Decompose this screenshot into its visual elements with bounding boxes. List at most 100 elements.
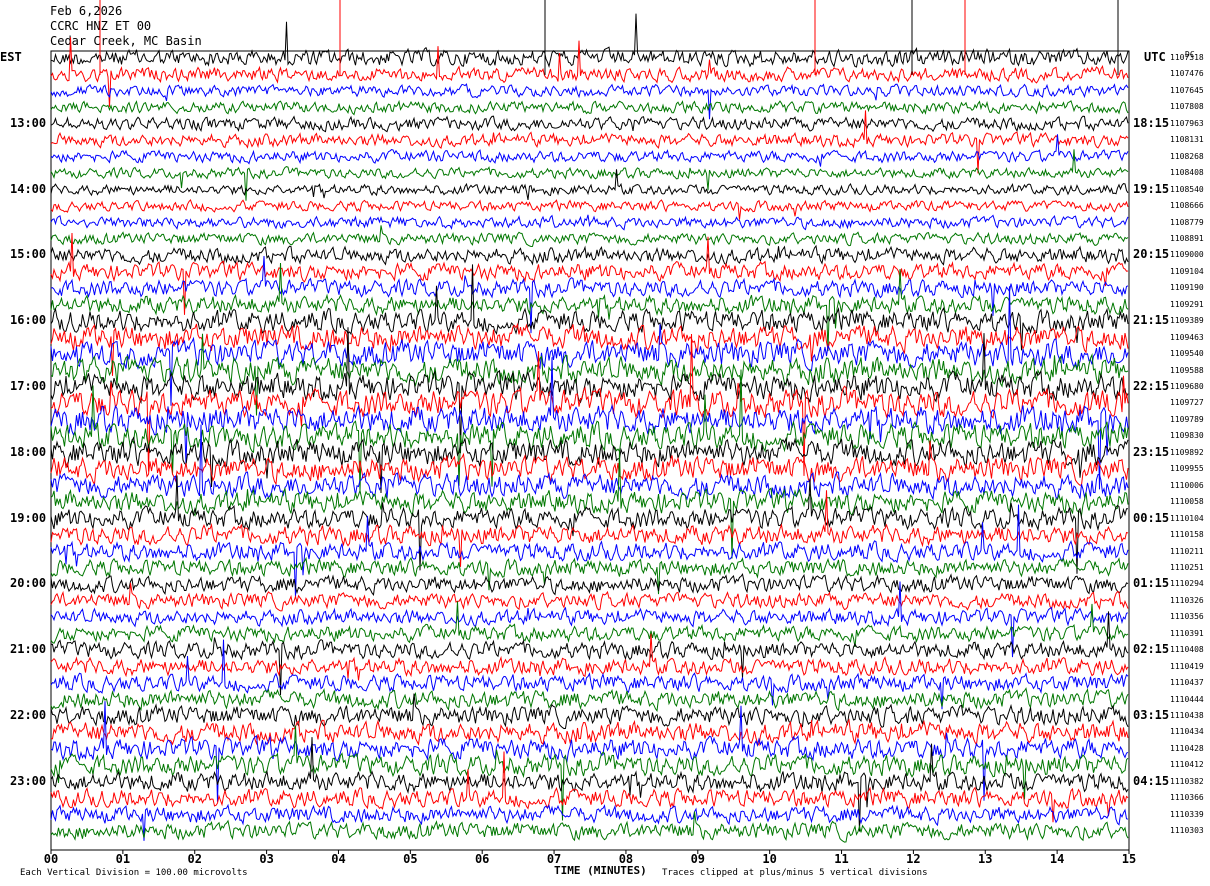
utc-tick-00:15: 00:15 <box>1133 510 1170 525</box>
trace-row-0 <box>50 13 1129 68</box>
dc-value-11: 1108891 <box>1170 233 1204 243</box>
trace-row-2 <box>50 83 1129 120</box>
trace-row-1 <box>50 37 1129 107</box>
trace-row-13 <box>50 232 1129 315</box>
utc-tick-18:15: 18:15 <box>1133 115 1170 130</box>
dc-value-31: 1110251 <box>1170 562 1204 572</box>
est-tick-19:00: 19:00 <box>10 510 47 525</box>
trace-row-3 <box>50 99 1129 116</box>
x-tick-label-11: 11 <box>834 852 849 866</box>
x-tick-label-13: 13 <box>978 852 993 866</box>
x-tick-label-15: 15 <box>1121 852 1137 866</box>
utc-tick-04:15: 04:15 <box>1133 773 1170 788</box>
dc-value-4: 1107963 <box>1170 118 1204 128</box>
utc-tick-02:15: 02:15 <box>1133 642 1170 657</box>
clip-note: Traces clipped at plus/minus 5 vertical … <box>662 868 928 878</box>
utc-tick-23:15: 23:15 <box>1133 444 1170 459</box>
dc-value-46: 1110339 <box>1170 809 1204 819</box>
scale-note: Each Vertical Division = 100.00 microvol… <box>20 868 248 878</box>
dc-value-27: 1110058 <box>1170 497 1204 507</box>
dc-value-36: 1110408 <box>1170 645 1204 655</box>
dc-value-12: 1109000 <box>1170 250 1204 260</box>
x-tick-label-12: 12 <box>906 852 921 866</box>
dc-value-14: 1109190 <box>1170 283 1204 293</box>
x-tick-label-05: 05 <box>403 852 418 866</box>
trace-row-43 <box>50 725 1129 821</box>
dc-value-28: 1110104 <box>1170 513 1204 523</box>
dc-value-29: 1110158 <box>1170 530 1204 540</box>
dc-value-7: 1108408 <box>1170 168 1204 178</box>
x-tick-label-01: 01 <box>115 852 131 866</box>
dc-value-40: 1110438 <box>1170 711 1204 720</box>
utc-tick-22:15: 22:15 <box>1133 379 1170 393</box>
dc-value-33: 1110326 <box>1170 595 1204 605</box>
trace-row-10 <box>50 214 1129 231</box>
trace-row-9 <box>50 198 1129 220</box>
dc-value-23: 1109830 <box>1170 431 1204 441</box>
dc-value-0: 1107318 <box>1170 53 1204 62</box>
dc-value-21: 1109727 <box>1170 398 1204 408</box>
dc-value-30: 1110211 <box>1170 546 1204 556</box>
dc-value-41: 1110434 <box>1170 727 1204 737</box>
utc-tick-20:15: 20:15 <box>1133 247 1170 262</box>
x-tick-label-03: 03 <box>259 852 274 866</box>
dc-value-8: 1108540 <box>1170 184 1204 194</box>
dc-value-15: 1109291 <box>1170 299 1204 309</box>
utc-tick-21:15: 21:15 <box>1133 313 1170 328</box>
seismogram-plot <box>50 0 1130 854</box>
utc-tick-19:15: 19:15 <box>1133 181 1170 196</box>
dc-value-2: 1107645 <box>1170 85 1204 95</box>
x-tick-label-14: 14 <box>1049 852 1065 866</box>
est-tick-18:00: 18:00 <box>10 444 47 459</box>
trace-row-4 <box>50 115 1129 133</box>
est-tick-17:00: 17:00 <box>10 379 47 393</box>
dc-value-34: 1110356 <box>1170 612 1204 622</box>
x-tick-label-00: 00 <box>43 852 59 866</box>
trace-row-8 <box>50 169 1129 200</box>
est-tick-23:00: 23:00 <box>10 773 47 788</box>
dc-value-24: 1109892 <box>1170 447 1204 457</box>
trace-row-47 <box>50 811 1129 843</box>
dc-value-19: 1109588 <box>1170 365 1204 375</box>
trace-row-29 <box>50 490 1129 567</box>
dc-value-16: 1109389 <box>1170 316 1204 326</box>
dc-value-18: 1109540 <box>1170 349 1204 359</box>
est-tick-20:00: 20:00 <box>10 576 47 591</box>
dc-value-10: 1108779 <box>1170 217 1204 227</box>
x-axis-label: TIME (MINUTES) <box>554 864 647 877</box>
dc-value-45: 1110366 <box>1170 793 1204 803</box>
est-tick-16:00: 16:00 <box>10 313 47 328</box>
est-tick-14:00: 14:00 <box>10 181 47 196</box>
dc-value-42: 1110428 <box>1170 743 1204 753</box>
dc-value-32: 1110294 <box>1170 579 1204 589</box>
dc-value-9: 1108666 <box>1170 201 1204 211</box>
est-tick-15:00: 15:00 <box>10 247 47 262</box>
dc-value-17: 1109463 <box>1170 332 1204 342</box>
dc-value-25: 1109955 <box>1170 464 1204 474</box>
trace-row-33 <box>50 582 1129 612</box>
dc-value-37: 1110419 <box>1170 661 1204 671</box>
est-tick-13:00: 13:00 <box>10 115 47 130</box>
dc-value-1: 1107476 <box>1170 69 1204 79</box>
dc-value-39: 1110444 <box>1170 694 1204 704</box>
utc-tick-03:15: 03:15 <box>1133 708 1170 722</box>
x-tick-label-09: 09 <box>690 852 706 866</box>
dc-value-22: 1109789 <box>1170 414 1204 424</box>
dc-value-20: 1109680 <box>1170 382 1204 391</box>
seismogram: Feb 6,2026 CCRC HNZ ET 00 Cedar Creek, M… <box>0 0 1210 886</box>
dc-value-5: 1108131 <box>1170 135 1204 145</box>
dc-value-44: 1110382 <box>1170 776 1204 786</box>
trace-row-31 <box>50 556 1129 595</box>
x-tick-label-02: 02 <box>187 852 202 866</box>
trace-row-46 <box>50 803 1129 841</box>
dc-value-6: 1108268 <box>1170 151 1204 161</box>
est-tick-22:00: 22:00 <box>10 708 47 722</box>
dc-value-38: 1110437 <box>1170 678 1204 688</box>
x-tick-label-10: 10 <box>762 852 777 866</box>
trace-row-39 <box>50 687 1129 712</box>
utc-tick-01:15: 01:15 <box>1133 576 1170 591</box>
dc-value-13: 1109104 <box>1170 266 1204 276</box>
dc-value-47: 1110303 <box>1170 826 1204 836</box>
trace-row-12 <box>50 244 1129 266</box>
dc-value-3: 1107808 <box>1170 102 1204 112</box>
